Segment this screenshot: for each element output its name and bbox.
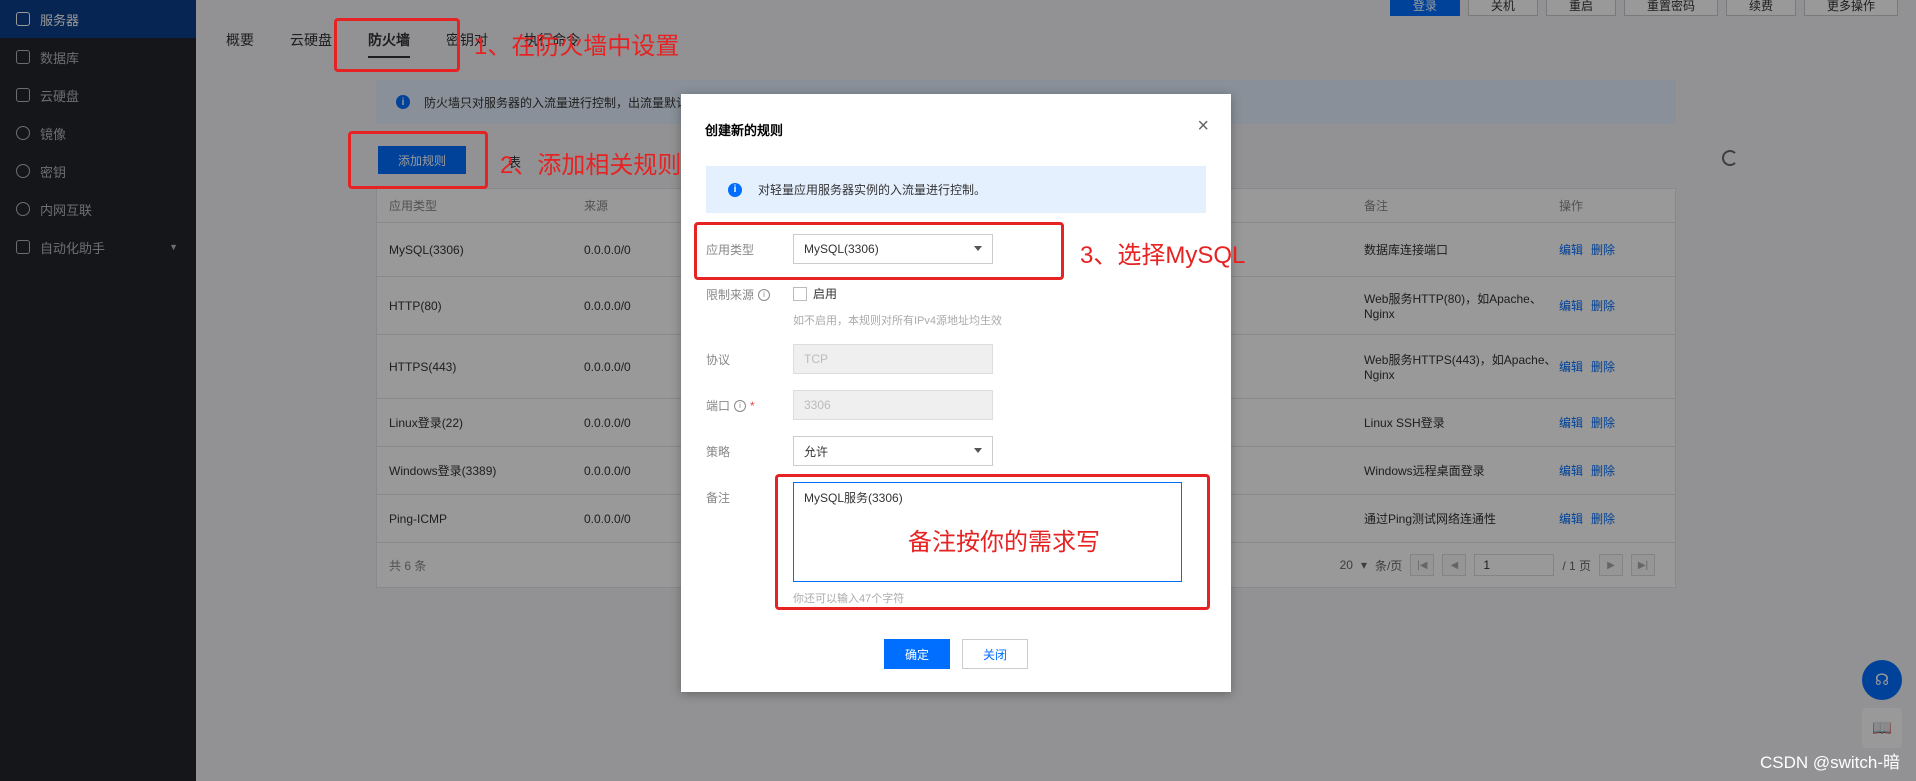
close-icon[interactable]: × bbox=[1197, 116, 1209, 136]
policy-select[interactable]: 允许 bbox=[793, 436, 993, 466]
limit-source-label: 限制来源 i bbox=[706, 286, 771, 303]
annotation-box-firewall-tab bbox=[334, 18, 460, 72]
policy-label: 策略 bbox=[706, 445, 731, 459]
chevron-down-icon bbox=[974, 448, 982, 453]
info-icon: i bbox=[728, 182, 742, 197]
protocol-label: 协议 bbox=[706, 353, 731, 367]
required-mark: * bbox=[750, 398, 755, 413]
port-label-text: 端口 bbox=[706, 399, 731, 413]
info-icon: i bbox=[758, 288, 771, 301]
limit-source-text: 限制来源 bbox=[706, 288, 755, 302]
annotation-box-app-type bbox=[694, 222, 1064, 280]
policy-value: 允许 bbox=[804, 444, 829, 459]
annotation-step1: 1、在防火墙中设置 bbox=[474, 33, 680, 60]
confirm-button[interactable]: 确定 bbox=[884, 639, 950, 669]
enable-label: 启用 bbox=[813, 287, 838, 301]
annotation-step3: 3、选择MySQL bbox=[1080, 242, 1246, 269]
dialog-info-bar: i 对轻量应用服务器实例的入流量进行控制。 bbox=[706, 166, 1206, 213]
annotation-note-tip: 备注按你的需求写 bbox=[908, 529, 1100, 556]
info-icon: i bbox=[734, 399, 747, 412]
note-label: 备注 bbox=[706, 491, 731, 505]
enable-checkbox-row[interactable]: 启用 bbox=[793, 285, 837, 302]
close-button[interactable]: 关闭 bbox=[962, 639, 1028, 669]
dialog-info-text: 对轻量应用服务器实例的入流量进行控制。 bbox=[758, 183, 987, 197]
enable-checkbox[interactable] bbox=[793, 286, 807, 301]
protocol-input: TCP bbox=[793, 344, 993, 374]
dialog-title: 创建新的规则 bbox=[705, 123, 784, 138]
port-input: 3306 bbox=[793, 390, 993, 420]
annotation-box-add-rule bbox=[348, 131, 488, 189]
annotation-step2: 2、添加相关规则 bbox=[500, 152, 682, 179]
port-label: 端口 i * bbox=[706, 397, 755, 414]
limit-source-hint: 如不启用，本规则对所有IPv4源地址均生效 bbox=[793, 315, 1003, 327]
watermark: CSDN @switch-暗 bbox=[1759, 753, 1900, 772]
